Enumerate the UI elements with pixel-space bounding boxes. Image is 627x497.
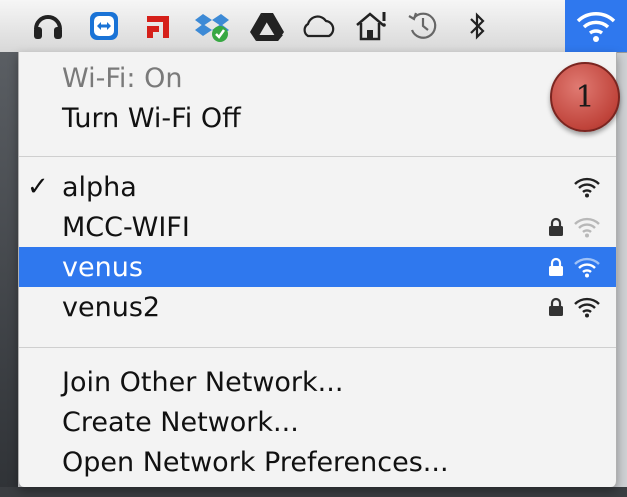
background-window: [0, 52, 18, 497]
network-item-venus2[interactable]: venus2: [19, 287, 616, 327]
menu-bar: [0, 0, 627, 53]
wifi-menu: Wi-Fi: On Turn Wi-Fi Off ✓ alpha MCC-WIF…: [18, 52, 617, 487]
lock-icon: [549, 217, 563, 236]
network-name: MCC-WIFI: [62, 211, 190, 243]
menu-separator: [19, 156, 616, 157]
flashget-icon[interactable]: [138, 6, 178, 46]
teamviewer-icon[interactable]: [84, 6, 124, 46]
menu-separator: [19, 347, 616, 348]
dropbox-icon[interactable]: [193, 6, 233, 46]
create-network-item[interactable]: Create Network...: [19, 402, 616, 442]
annotation-badge: 1: [550, 62, 620, 132]
google-drive-icon[interactable]: [247, 6, 287, 46]
cloud-icon[interactable]: [298, 6, 338, 46]
lock-icon: [549, 297, 563, 316]
wifi-signal-icon: [574, 177, 600, 198]
bluetooth-icon[interactable]: [457, 6, 497, 46]
wifi-signal-icon: [574, 257, 600, 278]
network-name: alpha: [62, 171, 137, 203]
wifi-signal-icon: [574, 217, 600, 238]
network-name: venus: [62, 251, 143, 283]
wifi-signal-icon: [574, 297, 600, 318]
time-machine-icon[interactable]: [403, 6, 443, 46]
background-window-bottom: [0, 487, 627, 497]
wifi-status: Wi-Fi: On: [62, 62, 183, 94]
headphones-icon[interactable]: [28, 6, 68, 46]
network-item-venus[interactable]: venus: [19, 247, 616, 287]
lock-icon: [549, 257, 563, 276]
join-other-network-item[interactable]: Join Other Network...: [19, 362, 616, 402]
open-network-preferences-item[interactable]: Open Network Preferences...: [19, 442, 616, 482]
network-item-alpha[interactable]: ✓ alpha: [19, 167, 616, 207]
turn-wifi-off-item[interactable]: Turn Wi-Fi Off: [19, 98, 616, 138]
network-item-mcc-wifi[interactable]: MCC-WIFI: [19, 207, 616, 247]
checkmark-icon: ✓: [27, 172, 49, 202]
home-sync-icon[interactable]: [352, 6, 392, 46]
wifi-icon[interactable]: [565, 0, 627, 52]
network-name: venus2: [62, 291, 161, 323]
